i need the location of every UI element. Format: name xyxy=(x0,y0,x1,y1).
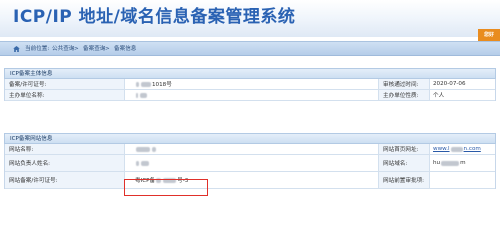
redacted-text xyxy=(441,160,460,166)
home-icon xyxy=(13,46,20,52)
sponsor-name-label: 主办单位名称: xyxy=(5,90,124,100)
website-name-value xyxy=(124,144,378,154)
website-owner-value xyxy=(124,155,378,171)
license-number-suffix: 1018号 xyxy=(152,82,172,88)
website-domain-prefix: hu xyxy=(433,160,441,166)
breadcrumb-item-record-info: 备案信息 xyxy=(114,46,137,52)
redacted-text xyxy=(136,81,139,87)
website-name-label: 网站名称: xyxy=(5,144,124,154)
subject-table: 备案/许可证号: 1018号 审核通过时间: 2020-07-06 主办单位名称… xyxy=(4,79,496,101)
website-owner-label: 网站负责人姓名: xyxy=(5,155,124,171)
website-domain-suffix: m xyxy=(460,160,466,166)
redacted-text xyxy=(136,92,138,98)
approval-time-value: 2020-07-06 xyxy=(429,79,497,89)
pre-approval-label: 网站前置审批项: xyxy=(378,172,429,188)
highlight-annotation-box xyxy=(124,179,208,196)
redacted-text xyxy=(141,160,149,166)
table-row: 网站备案/许可证号: 粤ICP备 号-3 网站前置审批项: xyxy=(5,172,495,189)
table-row: 备案/许可证号: 1018号 审核通过时间: 2020-07-06 xyxy=(5,79,495,90)
table-row: 网站名称: 网站首页网址: www.l n.com xyxy=(5,144,495,155)
breadcrumb: 当前位置: 公共查询 -> 备案查询 -> 备案信息 xyxy=(0,41,500,56)
approval-time-label: 审核通过时间: xyxy=(378,79,429,89)
redacted-text xyxy=(140,92,147,98)
license-number-label: 备案/许可证号: xyxy=(5,79,124,89)
redacted-text xyxy=(152,146,156,152)
subject-section-title: ICP备案主体信息 xyxy=(10,71,53,77)
site-title: ICP/IP 地址/域名信息备案管理系统 xyxy=(13,7,296,27)
redacted-text xyxy=(450,146,463,152)
homepage-url-value[interactable]: www.l n.com xyxy=(429,144,497,154)
website-section-header: ICP备案网站信息 xyxy=(4,133,496,144)
website-domain-value: hu m xyxy=(429,155,497,171)
breadcrumb-current-label: 当前位置: xyxy=(25,46,50,52)
subject-section-header: ICP备案主体信息 xyxy=(4,68,496,79)
redacted-text xyxy=(136,160,139,166)
redacted-text xyxy=(141,81,151,87)
pre-approval-value xyxy=(429,172,497,188)
redacted-text xyxy=(136,146,150,152)
table-row: 主办单位名称: 主办单位性质: 个人 xyxy=(5,90,495,101)
homepage-url-label: 网站首页网址: xyxy=(378,144,429,154)
table-row: 网站负责人姓名: 网站域名: hu m xyxy=(5,155,495,172)
website-domain-label: 网站域名: xyxy=(378,155,429,171)
website-license-label: 网站备案/许可证号: xyxy=(5,172,124,188)
breadcrumb-separator: -> xyxy=(72,46,79,52)
homepage-url-link[interactable]: www.l xyxy=(433,146,450,152)
license-number-value: 1018号 xyxy=(124,79,378,89)
breadcrumb-separator: -> xyxy=(103,46,110,52)
homepage-url-link-suffix[interactable]: n.com xyxy=(464,146,481,152)
sponsor-name-value xyxy=(124,90,378,100)
sponsor-type-value: 个人 xyxy=(429,90,497,100)
greeting-badge: 您好 xyxy=(478,29,500,41)
sponsor-type-label: 主办单位性质: xyxy=(378,90,429,100)
website-section-title: ICP备案网站信息 xyxy=(10,136,53,142)
site-header: ICP/IP 地址/域名信息备案管理系统 您好 xyxy=(0,0,500,41)
website-table: 网站名称: 网站首页网址: www.l n.com 网站负责人姓名: 网站域名:… xyxy=(4,144,496,189)
